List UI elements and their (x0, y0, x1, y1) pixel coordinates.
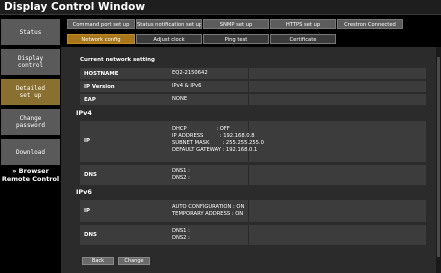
tab-https-setup[interactable]: HTTPS set up (270, 19, 336, 29)
ipv6-title: IPv6 (76, 188, 92, 196)
tab-crestron-connected[interactable]: Crestron Connected (337, 19, 403, 29)
sidebar-item-change-password[interactable]: Change password (1, 109, 60, 135)
sidebar-item-status[interactable]: Status (1, 19, 60, 45)
tab-command-port-setup[interactable]: Command port set up (67, 19, 135, 29)
table-row: IP AUTO CONFIGURATION : ON TEMPORARY ADD… (80, 200, 426, 222)
sidebar: Status Display control Detailed set up C… (0, 15, 61, 273)
table-row: DNS DNS1 : DNS2 : (80, 165, 426, 185)
tab-certificate[interactable]: Certificate (270, 34, 336, 44)
row-label: EAP (84, 97, 96, 103)
divider (248, 225, 249, 245)
sidebar-item-download[interactable]: Download (1, 139, 60, 165)
row-label: DNS (84, 232, 97, 238)
browser-remote-control-link[interactable]: » Browser Remote Control (0, 167, 61, 183)
row-label: IP (84, 208, 90, 214)
tab-status-notification-setup[interactable]: Status notification set up (136, 19, 202, 29)
divider (248, 68, 249, 79)
scrollbar-thumb[interactable] (437, 57, 440, 257)
scrollbar[interactable] (436, 47, 441, 273)
ipv6-dns-value: DNS1 : DNS2 : (172, 228, 190, 241)
row-label: HOSTNAME (84, 71, 119, 77)
sidebar-item-detailed-setup[interactable]: Detailed set up (1, 79, 60, 105)
divider (248, 165, 249, 185)
row-value: EQ2-2150642 (172, 70, 208, 76)
section-title: Current network setting (80, 57, 155, 63)
ipv4-title: IPv4 (76, 109, 92, 117)
table-row: IP Version IPv4 & IPv6 (80, 81, 426, 92)
tab-ping-test[interactable]: Ping test (203, 34, 269, 44)
tab-network-config[interactable]: Network config (67, 34, 135, 44)
row-label: IP (84, 138, 90, 144)
ipv6-ip-value: AUTO CONFIGURATION : ON TEMPORARY ADDRES… (172, 204, 245, 217)
row-value: IPv4 & IPv6 (172, 83, 202, 89)
tab-snmp-setup[interactable]: SNMP set up (203, 19, 269, 29)
sidebar-item-display-control[interactable]: Display control (1, 49, 60, 75)
row-value: NONE (172, 96, 188, 102)
row-label: IP Version (84, 84, 115, 90)
divider (248, 81, 249, 92)
ipv4-ip-value: DHCP : OFF IP ADDRESS : 192.168.0.8 SUBN… (172, 126, 264, 153)
row-label: DNS (84, 172, 97, 178)
divider (248, 94, 249, 105)
ipv4-dns-value: DNS1 : DNS2 : (172, 168, 190, 181)
table-row: DNS DNS1 : DNS2 : (80, 225, 426, 245)
table-row: IP DHCP : OFF IP ADDRESS : 192.168.0.8 S… (80, 121, 426, 162)
table-row: HOSTNAME EQ2-2150642 (80, 68, 426, 79)
divider (248, 200, 249, 222)
tab-adjust-clock[interactable]: Adjust clock (136, 34, 202, 44)
table-row: EAP NONE (80, 94, 426, 105)
title-bar: Display Control Window (0, 0, 441, 15)
window-title: Display Control Window (4, 1, 146, 13)
change-button[interactable]: Change (118, 257, 150, 265)
back-button[interactable]: Back (82, 257, 114, 265)
